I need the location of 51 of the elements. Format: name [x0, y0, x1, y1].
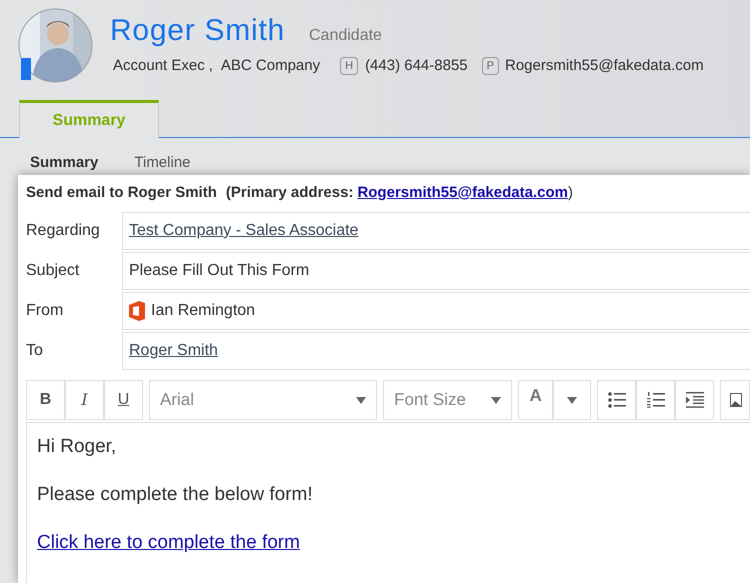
- text-color-button[interactable]: A: [518, 380, 554, 420]
- closing-paren: ): [568, 182, 573, 203]
- field-label: To: [26, 341, 44, 361]
- dropdown-caret-icon: [356, 396, 366, 404]
- field-link[interactable]: Roger Smith: [129, 339, 218, 363]
- candidate-name: Roger Smith: [110, 13, 285, 49]
- image-button[interactable]: [720, 380, 750, 420]
- dropdown-caret-icon: [567, 396, 578, 404]
- image-icon: [730, 393, 742, 407]
- email-address: Rogersmith55@fakedata.com: [504, 56, 704, 76]
- numbered-list-button[interactable]: [636, 380, 676, 420]
- office-logo-icon: [129, 301, 145, 321]
- input-field[interactable]: Please Fill Out This Form: [122, 252, 750, 290]
- subtab[interactable]: Summary: [30, 153, 98, 171]
- indent-button[interactable]: [675, 380, 714, 420]
- input-field[interactable]: Ian Remington: [122, 292, 750, 330]
- dropdown-caret-icon: [491, 396, 502, 404]
- field-value: Ian Remington: [151, 301, 256, 321]
- status-indicator: [21, 58, 31, 80]
- format-button[interactable]: I: [65, 380, 104, 420]
- bulleted-list-icon: [608, 392, 626, 408]
- message-text: Please complete the below form!: [37, 483, 314, 507]
- primary-address-label: (Primary address:: [226, 182, 354, 203]
- indent-icon: [686, 392, 704, 408]
- form-link[interactable]: Click here to complete the form: [37, 532, 300, 553]
- input-field[interactable]: Roger Smith: [122, 332, 750, 370]
- field-link[interactable]: Test Company - Sales Associate: [129, 219, 358, 243]
- company-name: ABC Company: [220, 56, 320, 76]
- dialog-heading: Send email to Roger Smith: [26, 182, 217, 203]
- text-color-dropdown[interactable]: [553, 380, 592, 420]
- format-button[interactable]: B: [26, 380, 65, 420]
- font-dropdown[interactable]: Arial: [149, 380, 378, 420]
- subtab[interactable]: Timeline: [134, 153, 191, 171]
- bulleted-list-button[interactable]: [597, 380, 636, 420]
- separator-comma: ,: [208, 56, 213, 76]
- primary-email-link[interactable]: Rogersmith55@fakedata.com: [357, 182, 568, 204]
- format-button[interactable]: U: [104, 380, 143, 420]
- field-label: From: [26, 301, 64, 321]
- field-label: Subject: [26, 261, 80, 281]
- numbered-list-icon: [646, 392, 665, 408]
- font-size-dropdown[interactable]: Font Size: [383, 380, 512, 420]
- email-type-badge: P: [482, 57, 499, 76]
- job-title: Account Exec: [113, 56, 205, 76]
- field-value: Please Fill Out This Form: [129, 261, 310, 281]
- message-editor[interactable]: Hi Roger, Please complete the below form! Click here to complete the form: [26, 422, 750, 583]
- role-label: Candidate: [308, 26, 382, 46]
- phone-type-badge: H: [340, 57, 358, 76]
- message-text: Hi Roger,: [37, 435, 118, 459]
- phone-number: (443) 644-8855: [365, 56, 468, 76]
- field-label: Regarding: [26, 221, 101, 241]
- input-field[interactable]: Test Company - Sales Associate: [122, 212, 750, 250]
